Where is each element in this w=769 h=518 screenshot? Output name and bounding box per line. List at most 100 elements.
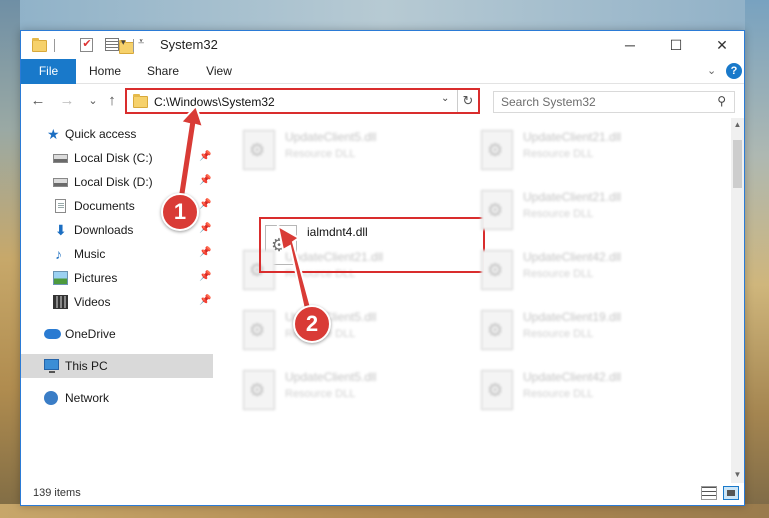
sidebar-item-label: Documents (74, 199, 135, 213)
file-item[interactable]: ⚙ UpdateClient21.dll Resource DLL (475, 182, 701, 238)
pin-icon[interactable]: 📌 (199, 199, 211, 210)
properties-icon[interactable] (105, 38, 119, 51)
file-type: Resource DLL (523, 148, 594, 160)
sidebar-item-label: Quick access (65, 127, 137, 141)
pin-icon[interactable]: 📌 (199, 175, 211, 186)
sidebar-item-quick-access[interactable]: ★ Quick access (21, 122, 213, 146)
sidebar-item-label: Music (74, 247, 106, 261)
sidebar-item-local-disk-c[interactable]: Local Disk (C:) 📌 (21, 146, 213, 170)
customize-qa-icon[interactable]: ⩡ (138, 36, 144, 50)
close-button[interactable]: ✕ (699, 31, 745, 59)
ribbon-tabs: File Home Share View ⌄ ? (21, 59, 744, 84)
sidebar-item-videos[interactable]: Videos 📌 (21, 290, 213, 314)
file-name: UpdateClient21.dll (523, 190, 622, 204)
search-icon[interactable]: ⚲ (717, 94, 726, 108)
file-type: Resource DLL (523, 388, 594, 400)
file-item[interactable]: ⚙ UpdateClient42.dll Resource DLL (475, 242, 701, 298)
sidebar-item-onedrive[interactable]: OneDrive (21, 322, 213, 346)
title-bar: ▾ ⩡ System32 ─ ☐ ✕ (21, 31, 744, 59)
file-type: Resource DLL (285, 388, 356, 400)
pin-icon[interactable]: 📌 (199, 223, 211, 234)
file-item[interactable]: ⚙ UpdateClient42.dll Resource DLL (475, 362, 701, 418)
folder-icon[interactable] (32, 38, 47, 52)
pin-icon[interactable]: 📌 (199, 151, 211, 162)
up-button[interactable]: ↑ (103, 92, 121, 110)
tab-view[interactable]: View (195, 59, 243, 84)
gear-icon: ⚙ (249, 140, 266, 160)
large-icons-view-icon[interactable] (723, 486, 739, 500)
gear-icon: ⚙ (487, 320, 504, 340)
search-box[interactable]: Search System32 ⚲ (493, 91, 735, 113)
minimize-button[interactable]: ─ (607, 31, 653, 59)
desktop-background-bottom (0, 504, 769, 518)
file-name: UpdateClient5.dll (285, 370, 377, 384)
step-1-badge: 1 (161, 193, 199, 231)
file-item[interactable]: ⚙ UpdateClient5.dll Resource DLL (237, 302, 463, 358)
refresh-button[interactable]: ↻ (457, 90, 478, 112)
gear-icon: ⚙ (249, 380, 266, 400)
sidebar-item-local-disk-d[interactable]: Local Disk (D:) 📌 (21, 170, 213, 194)
sidebar-item-this-pc[interactable]: This PC (21, 354, 213, 378)
sidebar-item-label: Downloads (74, 223, 134, 237)
file-item[interactable]: ⚙ UpdateClient5.dll Resource DLL (237, 122, 463, 178)
file-type: Resource DLL (523, 208, 594, 220)
folder-icon (133, 94, 148, 108)
file-type: Resource DLL (285, 148, 356, 160)
help-icon[interactable]: ? (726, 63, 742, 79)
pictures-icon (53, 271, 68, 285)
pin-icon[interactable]: 📌 (199, 271, 211, 282)
sidebar-item-pictures[interactable]: Pictures 📌 (21, 266, 213, 290)
sidebar-item-network[interactable]: Network (21, 386, 213, 410)
tab-file[interactable]: File (21, 59, 76, 84)
scroll-up-icon[interactable]: ▲ (731, 118, 744, 132)
expand-ribbon-icon[interactable]: ⌄ (707, 64, 716, 77)
file-name: UpdateClient19.dll (523, 310, 622, 324)
file-item[interactable]: ⚙ UpdateClient19.dll Resource DLL (475, 302, 701, 358)
forward-button[interactable]: → (58, 92, 76, 110)
step-2-badge: 2 (293, 305, 331, 343)
vertical-scrollbar[interactable]: ▲ ▼ (731, 118, 744, 483)
status-bar: 139 items (21, 483, 744, 505)
details-view-icon[interactable] (701, 486, 717, 500)
file-name: UpdateClient42.dll (523, 370, 622, 384)
file-item[interactable]: ⚙ UpdateClient5.dll Resource DLL (237, 362, 463, 418)
gear-icon: ⚙ (487, 200, 504, 220)
dll-file-icon: ⚙ (481, 130, 513, 170)
properties-check-icon[interactable] (80, 37, 94, 52)
sidebar-item-label: Local Disk (C:) (74, 151, 153, 165)
scrollbar-thumb[interactable] (733, 140, 742, 188)
dll-file-icon: ⚙ (481, 250, 513, 290)
search-input[interactable]: Search System32 (501, 95, 596, 109)
desktop-background (0, 0, 769, 30)
tab-share[interactable]: Share (139, 59, 187, 84)
scroll-down-icon[interactable]: ▼ (731, 468, 744, 482)
gear-icon: ⚙ (249, 320, 266, 340)
explorer-window: ▾ ⩡ System32 ─ ☐ ✕ File Home Share View … (20, 30, 745, 506)
tab-home[interactable]: Home (81, 59, 129, 84)
pin-icon[interactable]: 📌 (199, 295, 211, 306)
file-type: Resource DLL (523, 268, 594, 280)
videos-icon (53, 295, 68, 309)
recent-locations-button[interactable]: ⌄ (84, 92, 102, 110)
pin-icon[interactable]: 📌 (199, 247, 211, 258)
address-path[interactable]: C:\Windows\System32 (154, 95, 275, 109)
maximize-button[interactable]: ☐ (653, 31, 699, 59)
divider (54, 39, 55, 52)
address-dropdown-icon[interactable]: ⌄ (441, 93, 449, 104)
sidebar-item-music[interactable]: ♪ Music 📌 (21, 242, 213, 266)
file-name: UpdateClient42.dll (523, 250, 622, 264)
file-item[interactable]: ⚙ UpdateClient21.dll Resource DLL (475, 122, 701, 178)
file-list: ⚙ UpdateClient5.dll Resource DLL ⚙ ialmd… (213, 118, 731, 483)
back-button[interactable]: ← (29, 92, 47, 110)
divider (133, 39, 134, 52)
file-type: Resource DLL (523, 328, 594, 340)
disk-icon (53, 178, 68, 187)
download-icon: ⬇ (55, 222, 67, 238)
dll-file-icon: ⚙ (243, 310, 275, 350)
computer-icon (44, 359, 59, 373)
qa-dropdown-icon[interactable]: ▾ (121, 37, 126, 51)
documents-icon (55, 199, 66, 213)
address-bar[interactable]: C:\Windows\System32 ⌄ ↻ (125, 88, 480, 114)
highlight-box (259, 217, 485, 273)
sidebar-item-label: This PC (65, 359, 108, 373)
